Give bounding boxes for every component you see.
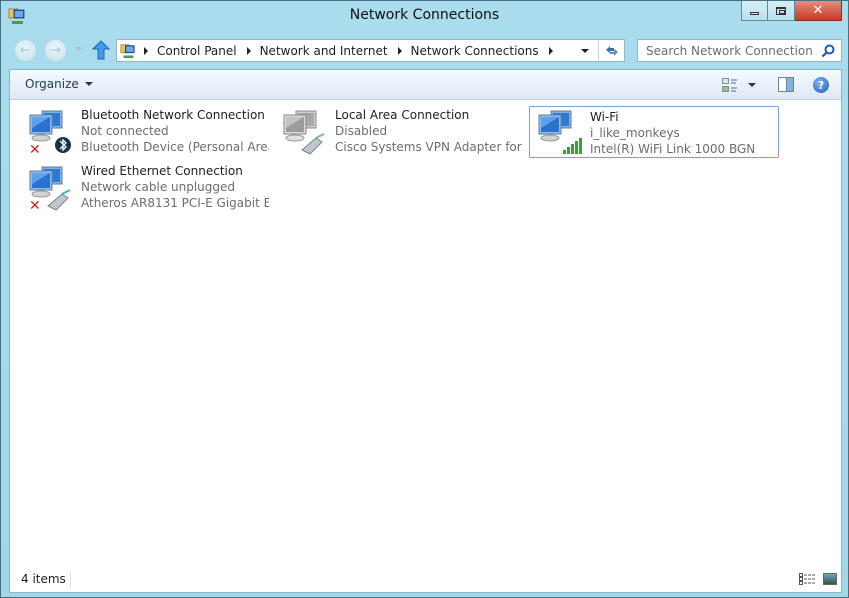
close-button[interactable]: ✕	[795, 1, 842, 21]
connection-item-bluetooth[interactable]: ✕ Bluetooth Network Connection Not conne…	[20, 104, 270, 156]
forward-button[interactable]: →	[44, 39, 67, 62]
back-button[interactable]: ←	[14, 39, 37, 62]
help-button[interactable]: ?	[813, 77, 829, 93]
breadcrumb-network-connections[interactable]: Network Connections	[411, 44, 539, 58]
ethernet-network-disabled-icon	[283, 110, 325, 155]
connection-device: Intel(R) WiFi Link 1000 BGN	[590, 142, 756, 156]
breadcrumb-separator-icon[interactable]	[397, 46, 402, 55]
connection-item-wired-ethernet[interactable]: ✕ Wired Ethernet Connection Network cabl…	[20, 160, 270, 212]
recent-locations-dropdown[interactable]	[75, 47, 83, 51]
connection-details: Local Area Connection Disabled Cisco Sys…	[335, 107, 523, 155]
status-divider	[70, 572, 71, 588]
view-options-dropdown[interactable]	[748, 83, 756, 87]
connection-status: Disabled	[335, 124, 388, 138]
breadcrumb-separator-icon[interactable]	[144, 46, 148, 55]
wifi-network-icon	[538, 110, 582, 154]
caption-buttons: ✕	[741, 1, 842, 21]
details-view-icon[interactable]	[799, 573, 815, 585]
bluetooth-network-icon: ✕	[29, 110, 71, 156]
chevron-down-icon	[581, 48, 589, 53]
help-icon: ?	[817, 78, 825, 92]
organize-label: Organize	[25, 77, 79, 91]
content-area: Organize ? ✕ Bluetooth Network Connectio…	[9, 69, 842, 593]
refresh-icon	[605, 45, 618, 56]
connection-status: Not connected	[81, 124, 169, 138]
svg-text:✕: ✕	[29, 198, 41, 212]
connection-details: Bluetooth Network Connection Not connect…	[81, 107, 269, 155]
connection-device: Cisco Systems VPN Adapter for 6...	[335, 140, 523, 154]
connection-details: Wired Ethernet Connection Network cable …	[81, 163, 269, 211]
minimize-button[interactable]	[741, 1, 768, 21]
up-arrow-icon[interactable]	[92, 40, 110, 60]
organize-menu-button[interactable]: Organize	[25, 77, 93, 91]
address-bar[interactable]: Control Panel Network and Internet Netwo…	[116, 39, 625, 62]
change-view-icon[interactable]	[722, 77, 738, 93]
address-history-dropdown[interactable]	[573, 40, 597, 61]
search-icon[interactable]	[821, 44, 835, 58]
connection-device: Atheros AR8131 PCI-E Gigabit Eth...	[81, 196, 269, 210]
status-bar: 4 items	[10, 568, 841, 592]
connection-name: Local Area Connection	[335, 108, 470, 122]
breadcrumb-network-and-internet[interactable]: Network and Internet	[260, 44, 388, 58]
control-panel-icon	[120, 43, 135, 58]
connection-name: Wi-Fi	[590, 110, 619, 124]
preview-pane-button[interactable]	[778, 77, 794, 92]
breadcrumb-separator-icon[interactable]	[548, 46, 553, 55]
breadcrumb-control-panel[interactable]: Control Panel	[157, 44, 237, 58]
arrow-left-icon: ←	[20, 43, 31, 58]
maximize-button[interactable]	[768, 1, 795, 21]
window-title: Network Connections	[349, 7, 500, 23]
large-icons-view-icon[interactable]	[823, 573, 837, 585]
connection-status: Network cable unplugged	[81, 180, 236, 194]
connection-name: Wired Ethernet Connection	[81, 164, 243, 178]
connection-name: Bluetooth Network Connection	[81, 108, 265, 122]
item-count: 4 items	[21, 572, 66, 586]
connection-status: i_like_monkeys	[590, 126, 680, 140]
command-bar: Organize ?	[10, 70, 841, 100]
search-input[interactable]	[638, 43, 813, 58]
arrow-right-icon: →	[50, 43, 61, 58]
breadcrumb-separator-icon[interactable]	[246, 46, 251, 55]
search-box[interactable]	[637, 39, 842, 62]
svg-text:✕: ✕	[29, 142, 41, 156]
refresh-button[interactable]	[598, 40, 624, 61]
close-icon: ✕	[812, 3, 824, 18]
connection-device: Bluetooth Device (Personal Area ...	[81, 140, 269, 154]
explorer-window: Network Connections ✕ ← → Control Panel …	[0, 0, 849, 598]
maximize-icon	[776, 6, 786, 15]
connection-item-wifi[interactable]: Wi-Fi i_like_monkeys Intel(R) WiFi Link …	[529, 106, 779, 158]
connection-item-local-area[interactable]: Local Area Connection Disabled Cisco Sys…	[274, 104, 524, 156]
ethernet-network-error-icon: ✕	[29, 166, 71, 212]
connection-details: Wi-Fi i_like_monkeys Intel(R) WiFi Link …	[590, 109, 778, 157]
chevron-down-icon	[84, 82, 93, 86]
minimize-icon	[750, 11, 759, 15]
